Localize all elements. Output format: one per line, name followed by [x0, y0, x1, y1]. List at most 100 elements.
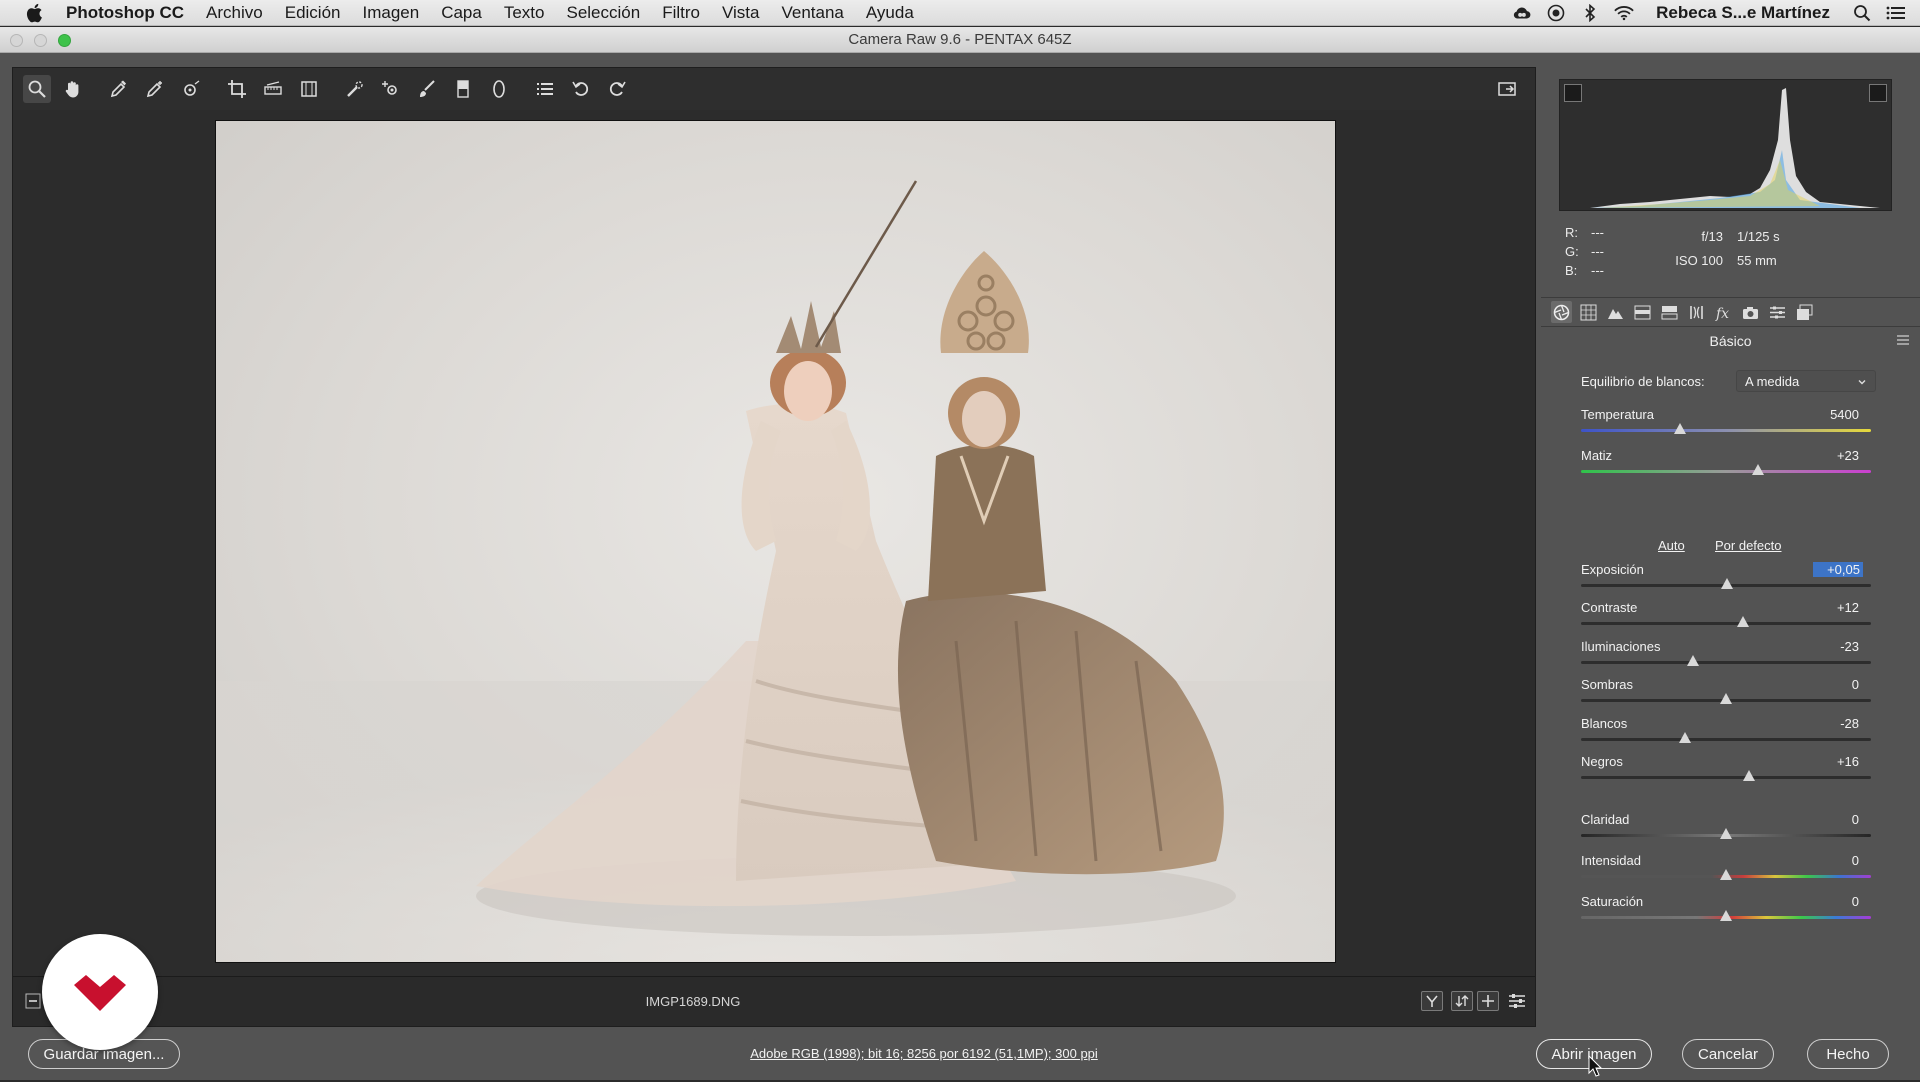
- slider-contrast[interactable]: Contraste +12: [1581, 600, 1911, 630]
- slider-thumb[interactable]: [1720, 869, 1732, 880]
- menu-ventana[interactable]: Ventana: [781, 3, 843, 23]
- slider-track[interactable]: [1581, 738, 1871, 741]
- user-name[interactable]: Rebeca S...e Martínez: [1656, 3, 1830, 23]
- spot-removal-tool[interactable]: [341, 75, 369, 103]
- transform-tool[interactable]: [295, 75, 323, 103]
- apple-icon[interactable]: [24, 2, 46, 24]
- rotate-right-tool[interactable]: [603, 75, 631, 103]
- auto-link[interactable]: Auto: [1658, 538, 1685, 553]
- cancel-button[interactable]: Cancelar: [1682, 1039, 1774, 1069]
- menu-archivo[interactable]: Archivo: [206, 3, 263, 23]
- bluetooth-icon[interactable]: [1580, 4, 1600, 22]
- adjustment-brush-tool[interactable]: [413, 75, 441, 103]
- slider-thumb[interactable]: [1743, 770, 1756, 781]
- panel-menu-button[interactable]: [1896, 333, 1910, 351]
- copy-settings-button[interactable]: [1477, 991, 1499, 1011]
- slider-track[interactable]: [1581, 429, 1871, 432]
- slider-vibrance[interactable]: Intensidad 0: [1581, 853, 1911, 883]
- slider-track[interactable]: [1581, 470, 1871, 473]
- view-settings-button[interactable]: [1507, 991, 1527, 1016]
- tab-hsl[interactable]: [1632, 301, 1653, 323]
- hand-tool[interactable]: [59, 75, 87, 103]
- slider-value[interactable]: +12: [1809, 600, 1859, 615]
- menu-seleccion[interactable]: Selección: [566, 3, 640, 23]
- tab-snapshots[interactable]: [1794, 301, 1815, 323]
- slider-thumb[interactable]: [1720, 910, 1732, 921]
- slider-value[interactable]: 0: [1809, 853, 1859, 868]
- white-balance-select[interactable]: A medida: [1736, 370, 1876, 392]
- tab-detail[interactable]: [1605, 301, 1626, 323]
- zoom-tool[interactable]: [23, 75, 51, 103]
- slider-thumb[interactable]: [1751, 464, 1764, 475]
- slider-exposure[interactable]: Exposición +0,05: [1581, 562, 1911, 592]
- slider-value[interactable]: 0: [1809, 812, 1859, 827]
- slider-tint[interactable]: Matiz +23: [1581, 448, 1911, 478]
- slider-saturation[interactable]: Saturación 0: [1581, 894, 1911, 924]
- slider-value[interactable]: +23: [1809, 448, 1859, 463]
- tab-camera-calibration[interactable]: [1740, 301, 1761, 323]
- red-eye-tool[interactable]: [377, 75, 405, 103]
- before-after-view-button[interactable]: [1421, 991, 1443, 1011]
- slider-thumb[interactable]: [1720, 828, 1732, 839]
- slider-thumb[interactable]: [1721, 578, 1734, 589]
- photo-preview[interactable]: [215, 120, 1336, 963]
- menu-edicion[interactable]: Edición: [285, 3, 341, 23]
- slider-value[interactable]: 5400: [1809, 407, 1859, 422]
- highlight-clipping-toggle[interactable]: [1869, 84, 1887, 102]
- slider-track[interactable]: [1581, 622, 1871, 625]
- menu-ayuda[interactable]: Ayuda: [866, 3, 914, 23]
- slider-value[interactable]: -28: [1809, 716, 1859, 731]
- slider-clarity[interactable]: Claridad 0: [1581, 812, 1911, 842]
- straighten-tool[interactable]: [259, 75, 287, 103]
- tab-split-toning[interactable]: [1659, 301, 1680, 323]
- slider-highlights[interactable]: Iluminaciones -23: [1581, 639, 1911, 669]
- slider-value-selected[interactable]: +0,05: [1813, 562, 1863, 577]
- slider-whites[interactable]: Blancos -28: [1581, 716, 1911, 746]
- color-sampler-icon: [146, 81, 162, 98]
- swap-settings-button[interactable]: [1451, 991, 1473, 1011]
- tab-basic[interactable]: [1551, 301, 1572, 323]
- tab-effects[interactable]: fx: [1713, 301, 1734, 323]
- fullscreen-toggle[interactable]: [1493, 75, 1521, 103]
- slider-thumb[interactable]: [1720, 693, 1732, 704]
- slider-value[interactable]: 0: [1809, 677, 1859, 692]
- shadow-clipping-toggle[interactable]: [1564, 84, 1582, 102]
- slider-value[interactable]: 0: [1809, 894, 1859, 909]
- graduated-filter-tool[interactable]: [449, 75, 477, 103]
- image-canvas[interactable]: [13, 110, 1535, 978]
- slider-shadows[interactable]: Sombras 0: [1581, 677, 1911, 707]
- color-sampler-tool[interactable]: [141, 75, 169, 103]
- menu-imagen[interactable]: Imagen: [363, 3, 420, 23]
- menu-capa[interactable]: Capa: [441, 3, 482, 23]
- slider-thumb[interactable]: [1673, 423, 1686, 434]
- slider-thumb[interactable]: [1737, 616, 1750, 627]
- spotlight-search-icon[interactable]: [1852, 4, 1872, 22]
- targeted-adjustment-tool[interactable]: [177, 75, 205, 103]
- slider-thumb[interactable]: [1686, 655, 1699, 666]
- slider-value[interactable]: -23: [1809, 639, 1859, 654]
- app-name-menu[interactable]: Photoshop CC: [66, 3, 184, 23]
- slider-temperature[interactable]: Temperatura 5400: [1581, 407, 1911, 437]
- slider-thumb[interactable]: [1679, 732, 1692, 743]
- slider-track[interactable]: [1581, 776, 1871, 779]
- crop-tool[interactable]: [223, 75, 251, 103]
- tab-tone-curve[interactable]: [1578, 301, 1599, 323]
- slider-blacks[interactable]: Negros +16: [1581, 754, 1911, 784]
- wifi-icon[interactable]: [1614, 4, 1634, 22]
- done-button[interactable]: Hecho: [1807, 1039, 1889, 1069]
- tab-lens-corrections[interactable]: [1686, 301, 1707, 323]
- creative-cloud-icon[interactable]: [1512, 4, 1532, 22]
- menu-vista[interactable]: Vista: [722, 3, 760, 23]
- notification-center-icon[interactable]: [1886, 4, 1906, 22]
- slider-track[interactable]: [1581, 661, 1871, 664]
- white-balance-tool[interactable]: [105, 75, 133, 103]
- tab-presets[interactable]: [1767, 301, 1788, 323]
- slider-value[interactable]: +16: [1809, 754, 1859, 769]
- preferences-tool[interactable]: [531, 75, 559, 103]
- default-link[interactable]: Por defecto: [1715, 538, 1782, 553]
- radial-filter-tool[interactable]: [485, 75, 513, 103]
- record-icon[interactable]: [1546, 4, 1566, 22]
- rotate-left-tool[interactable]: [567, 75, 595, 103]
- menu-filtro[interactable]: Filtro: [662, 3, 700, 23]
- menu-texto[interactable]: Texto: [504, 3, 545, 23]
